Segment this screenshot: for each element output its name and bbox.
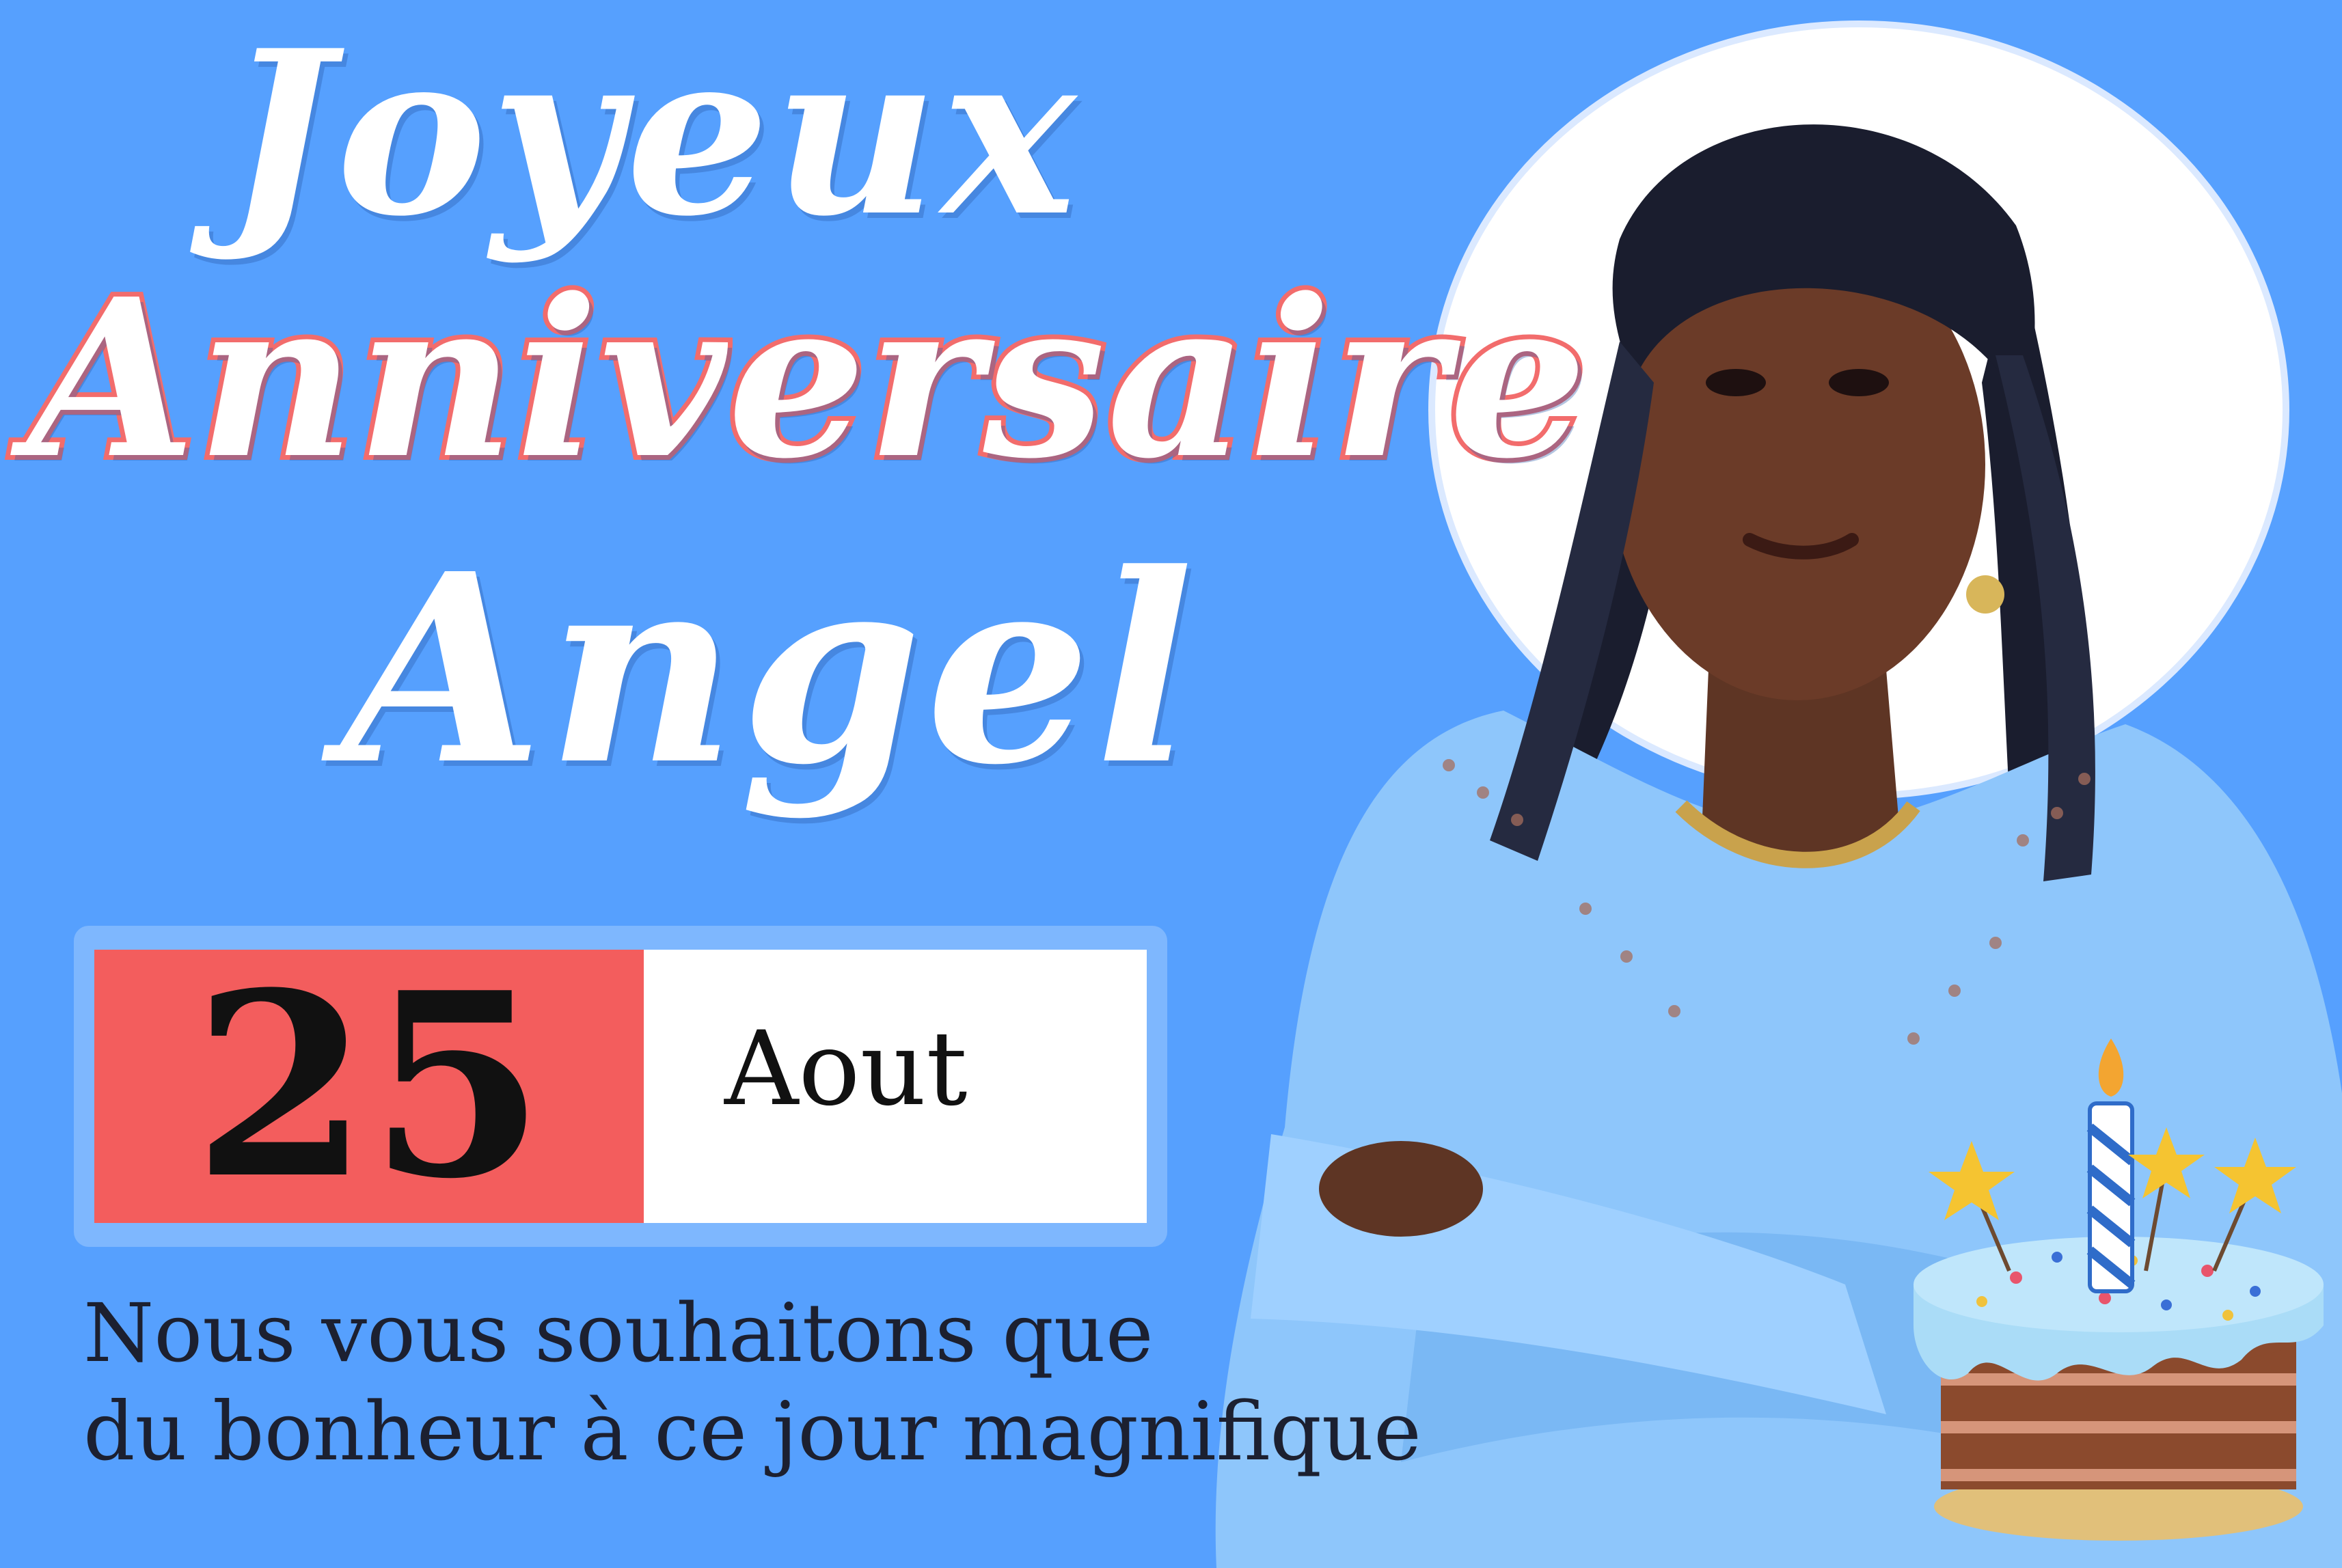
title-name: Angel bbox=[342, 517, 1198, 822]
title-anniversaire: Anniversaire bbox=[23, 251, 1592, 506]
birthday-card: Joyeux Anniversaire Angel 25 Aout Nous v… bbox=[0, 0, 2342, 1568]
date-day: 25 bbox=[193, 938, 545, 1235]
wish-line-2: du bonheur à ce jour magnifique bbox=[83, 1384, 1421, 1478]
date-day-box: 25 bbox=[94, 950, 644, 1223]
date-month-box: Aout bbox=[644, 950, 1147, 1223]
title-joyeux: Joyeux bbox=[226, 1, 1080, 266]
date-month: Aout bbox=[724, 1010, 968, 1129]
wish-line-1: Nous vous souhaitons que bbox=[83, 1286, 1154, 1380]
wish-message: Nous vous souhaitons que du bonheur à ce… bbox=[83, 1284, 1421, 1481]
